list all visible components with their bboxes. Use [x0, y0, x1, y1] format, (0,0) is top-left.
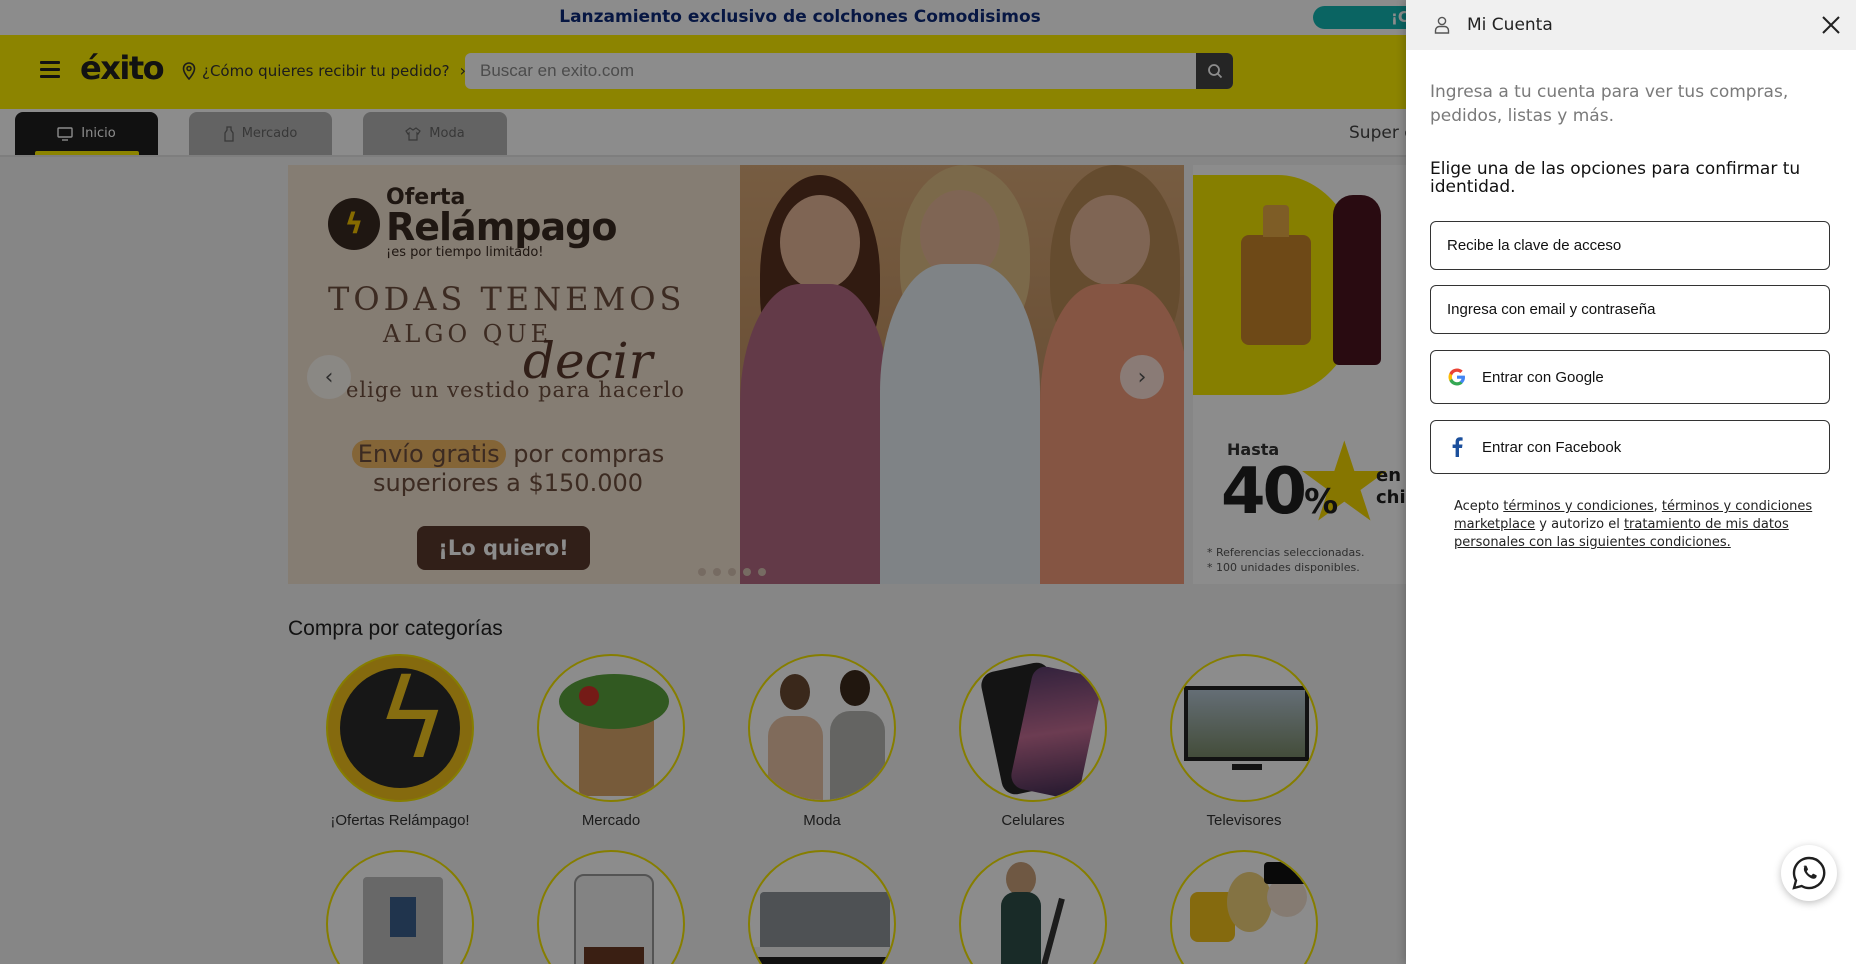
close-icon	[1822, 16, 1840, 34]
facebook-login-button[interactable]: Entrar con Facebook	[1430, 420, 1830, 474]
facebook-icon	[1447, 437, 1467, 457]
terms-link[interactable]: términos y condiciones	[1503, 499, 1653, 514]
google-login-label: Entrar con Google	[1482, 368, 1604, 386]
terms-part1: Acepto	[1454, 499, 1504, 514]
terms-text: Acepto términos y condiciones, términos …	[1454, 498, 1814, 552]
account-drawer: Mi Cuenta Ingresa a tu cuenta para ver t…	[1406, 0, 1856, 964]
drawer-header: Mi Cuenta	[1406, 0, 1856, 50]
access-code-label: Recibe la clave de acceso	[1447, 237, 1622, 254]
drawer-title: Mi Cuenta	[1467, 15, 1553, 35]
drawer-intro: Ingresa a tu cuenta para ver tus compras…	[1430, 82, 1789, 126]
google-login-button[interactable]: Entrar con Google	[1430, 350, 1830, 404]
email-login-button[interactable]: Ingresa con email y contraseña	[1430, 285, 1830, 334]
google-icon	[1447, 367, 1467, 387]
modal-overlay[interactable]	[0, 0, 1406, 964]
terms-part2: ,	[1653, 499, 1662, 514]
user-icon	[1434, 16, 1450, 34]
close-button[interactable]	[1818, 12, 1844, 38]
drawer-ask: Elige una de las opciones para confirmar…	[1430, 159, 1801, 197]
whatsapp-button[interactable]	[1781, 845, 1837, 901]
whatsapp-icon	[1792, 856, 1826, 890]
access-code-button[interactable]: Recibe la clave de acceso	[1430, 221, 1830, 270]
email-login-label: Ingresa con email y contraseña	[1447, 301, 1656, 318]
terms-part3: y autorizo el	[1535, 517, 1624, 532]
facebook-login-label: Entrar con Facebook	[1482, 438, 1622, 456]
